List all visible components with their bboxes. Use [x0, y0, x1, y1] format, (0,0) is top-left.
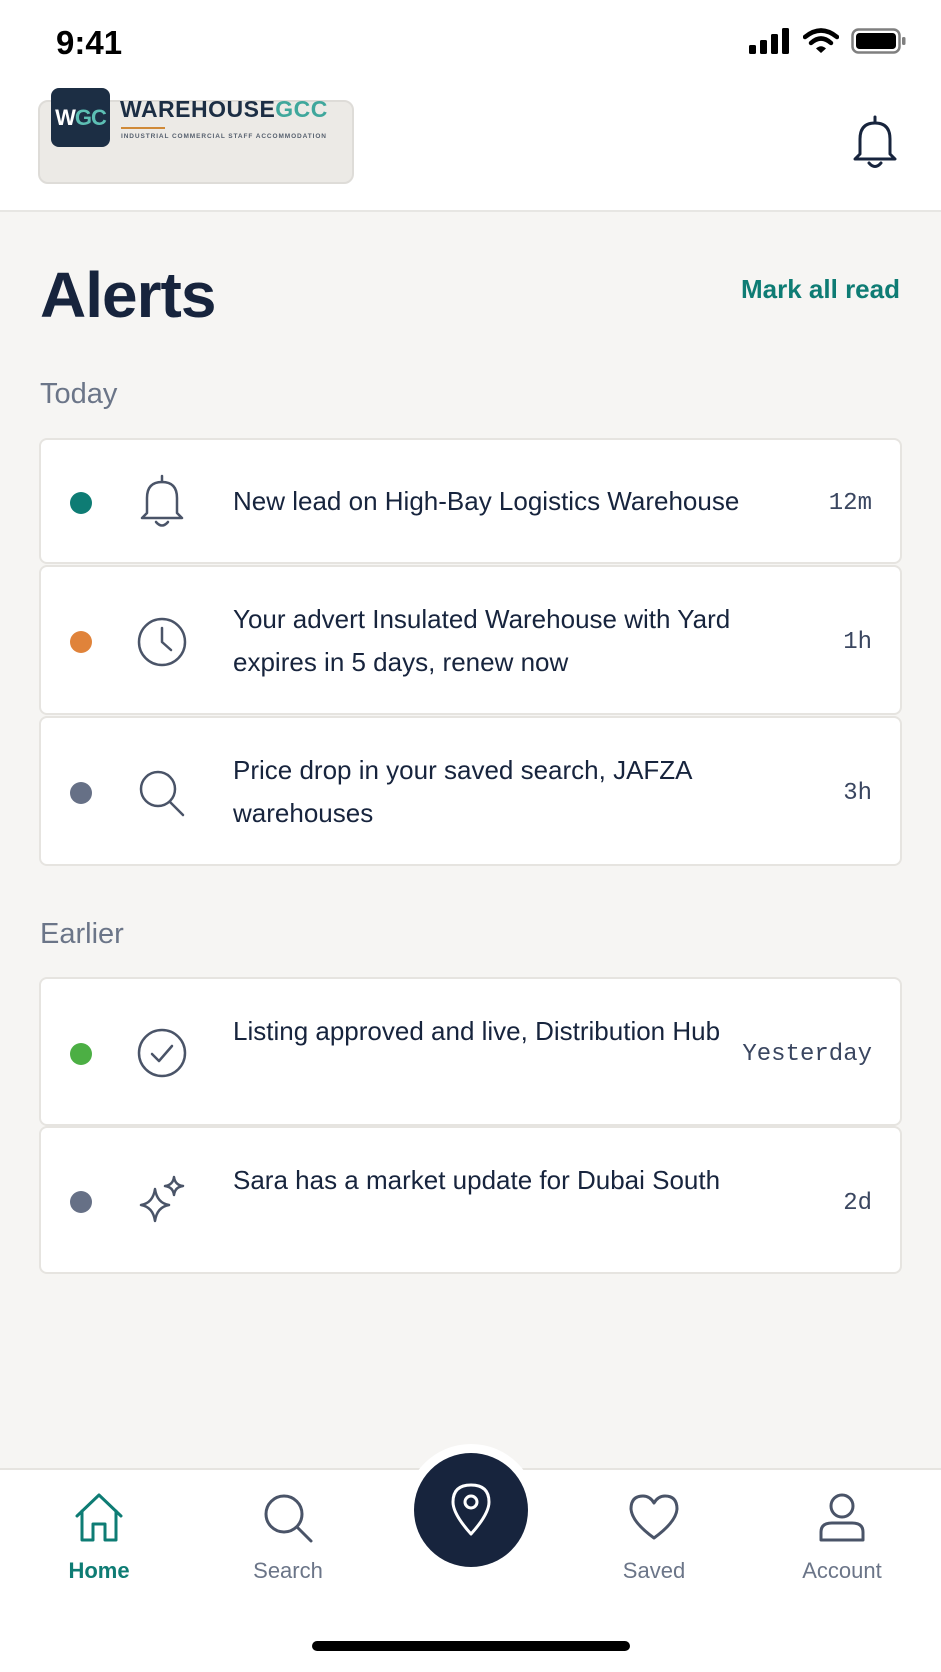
section-label-today: Today [40, 378, 118, 410]
logo-badge-w: W [55, 104, 76, 130]
wifi-icon [803, 28, 839, 53]
search-icon [139, 770, 185, 817]
tab-label: Account [802, 1558, 882, 1583]
tab-home[interactable]: Home [29, 1490, 169, 1600]
search-icon [264, 1494, 313, 1543]
alert-time: 2d [843, 1190, 872, 1217]
notifications-bell-icon[interactable] [848, 114, 902, 172]
logo-name-main: WAREHOUSE [120, 96, 276, 122]
map-pin-icon [451, 1483, 491, 1536]
logo-divider [121, 127, 165, 129]
alert-text: Price drop in your saved search, JAFZA w… [233, 755, 692, 828]
user-icon [819, 1493, 865, 1542]
read-dot [70, 1191, 92, 1213]
battery-icon [851, 28, 906, 54]
alert-card[interactable]: Sara has a market update for Dubai South… [39, 1126, 902, 1274]
tab-saved[interactable]: Saved [584, 1490, 724, 1600]
alert-time: 12m [828, 490, 872, 517]
alert-time: 1h [843, 629, 872, 656]
tab-label: Search [253, 1558, 323, 1583]
mark-all-read-button[interactable]: Mark all read [741, 274, 900, 305]
tab-label: Home [68, 1558, 130, 1583]
read-dot [70, 782, 92, 804]
alert-card[interactable]: New lead on High-Bay Logistics Warehouse… [39, 438, 902, 564]
alert-text: Sara has a market update for Dubai South [233, 1165, 721, 1195]
alert-time: Yesterday [742, 1041, 872, 1068]
alert-text: New lead on High-Bay Logistics Warehouse [233, 486, 740, 516]
alert-card[interactable]: Listing approved and live, Distribution … [39, 977, 902, 1126]
heart-icon [629, 1494, 679, 1540]
status-icons [749, 28, 907, 54]
alert-time: 3h [843, 780, 872, 807]
tab-account[interactable]: Account [772, 1490, 912, 1600]
alert-card[interactable]: Your advert Insulated Warehouse with Yar… [39, 565, 902, 715]
alert-text: Listing approved and live, Distribution … [233, 1016, 721, 1046]
logo-badge-gc: GC [74, 104, 107, 130]
unread-dot [70, 492, 92, 514]
clock-icon [137, 617, 187, 667]
tab-label: Saved [622, 1558, 686, 1583]
status-time: 9:41 [56, 24, 123, 61]
bell-icon [140, 474, 184, 527]
page-title: Alerts [40, 259, 216, 331]
logo-tagline: INDUSTRIAL COMMERCIAL STAFF ACCOMMODATIO… [121, 133, 327, 140]
home-icon [75, 1493, 123, 1542]
tab-search[interactable]: Search [218, 1490, 358, 1600]
unread-dot [70, 631, 92, 653]
section-label-earlier: Earlier [40, 918, 124, 950]
map-button[interactable] [414, 1453, 528, 1567]
unread-dot [70, 1043, 92, 1065]
alert-card[interactable]: Price drop in your saved search, JAFZA w… [39, 716, 902, 866]
alert-text: Your advert Insulated Warehouse with Yar… [233, 604, 731, 677]
logo-name-accent: GCC [275, 96, 328, 122]
cellular-signal-icon [749, 28, 789, 54]
home-indicator [312, 1641, 630, 1651]
logo-wordmark: WAREHOUSEGCC [120, 96, 328, 123]
check-circle-icon [137, 1028, 187, 1078]
sparkle-icon [139, 1175, 185, 1223]
logo-badge: W GC [51, 88, 110, 147]
